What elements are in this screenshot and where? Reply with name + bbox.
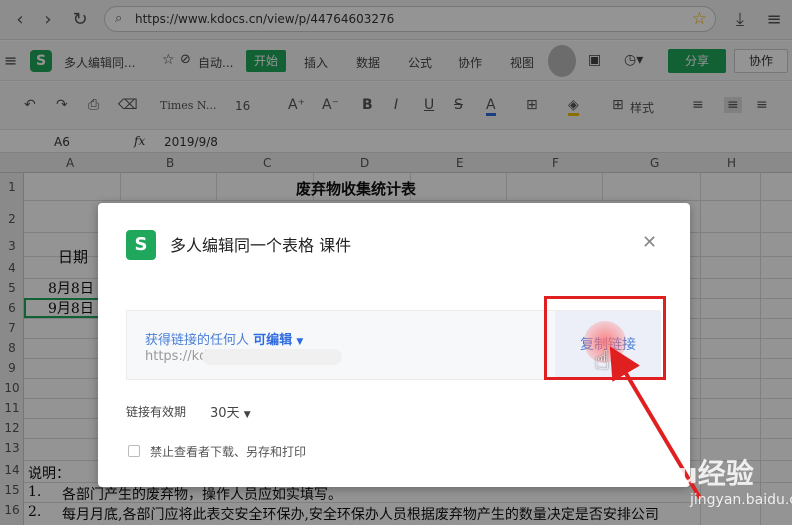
watermark-brand: Baidu经验: [608, 457, 754, 490]
app-window: ‹ › ↻ ⌕ https://www.kdocs.cn/view/p/4476…: [0, 0, 792, 525]
annotation-arrow-icon: [609, 346, 702, 500]
watermark-url: jingyan.baidu.com: [690, 492, 792, 508]
